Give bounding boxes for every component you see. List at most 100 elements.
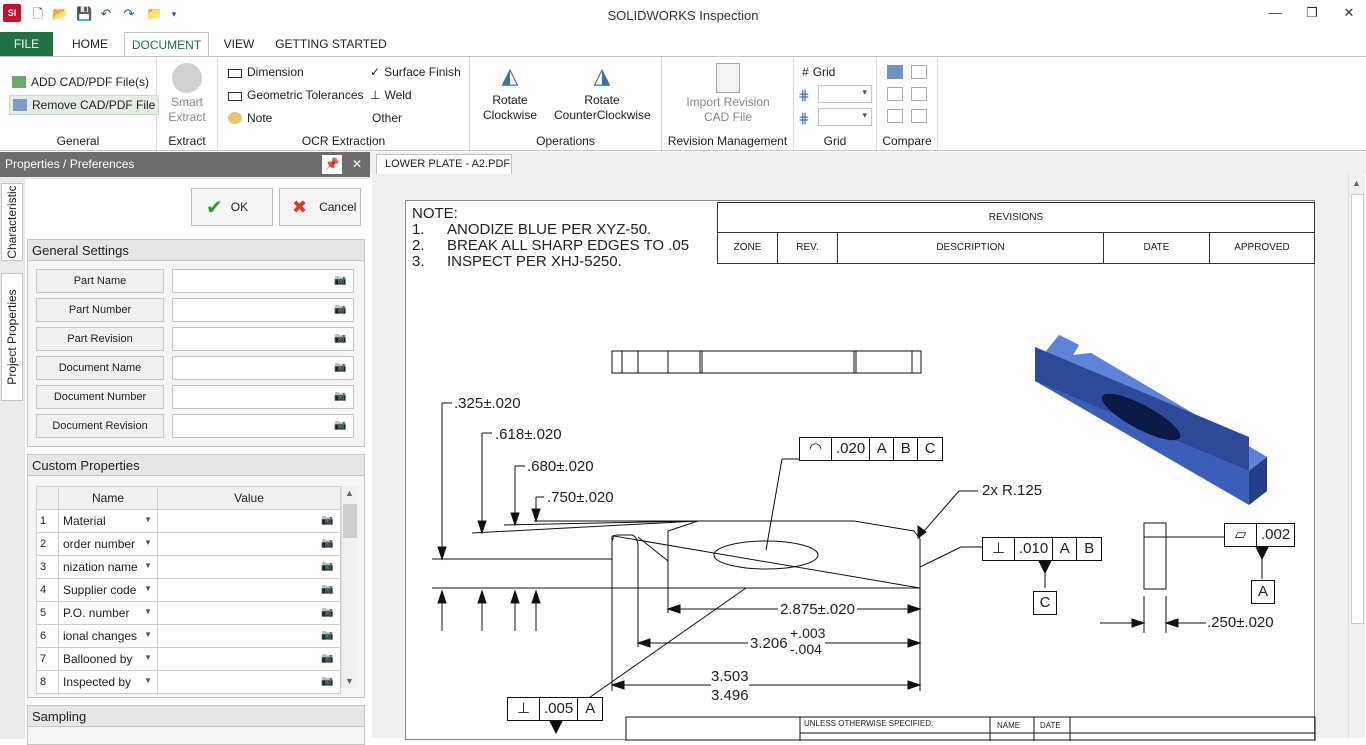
fcf-perpendicularity-2[interactable]: ⊥ .005 A <box>507 697 604 721</box>
part-name-input[interactable]: 📷 <box>172 269 354 293</box>
capture-icon[interactable]: 📷 <box>334 333 348 345</box>
tab-home[interactable]: HOME <box>62 32 118 56</box>
tab-getting-started[interactable]: GETTING STARTED <box>272 32 390 56</box>
compare-icon-4[interactable] <box>911 87 927 101</box>
compare-icon-1[interactable] <box>887 65 903 79</box>
value-cell[interactable]: 📷 <box>157 601 341 625</box>
compare-icon-5[interactable] <box>887 109 903 123</box>
datum-c-box[interactable]: C <box>1033 591 1057 615</box>
capture-icon[interactable]: 📷 <box>321 561 335 573</box>
drawing-sheet[interactable]: NOTE: 1. ANODIZE BLUE PER XYZ-50. 2. BRE… <box>405 200 1316 741</box>
dropdown-icon[interactable]: ▼ <box>144 653 152 662</box>
part-number-input[interactable]: 📷 <box>172 298 354 322</box>
capture-icon[interactable]: 📷 <box>321 584 335 596</box>
tab-project-properties[interactable]: Project Properties <box>1 273 23 401</box>
scroll-up-icon[interactable]: ▲ <box>1352 178 1361 188</box>
value-cell[interactable]: 📷 <box>157 555 341 579</box>
pin-icon[interactable]: 📌 <box>322 155 342 174</box>
add-cad-button[interactable]: ADD CAD/PDF File(s) <box>12 75 149 89</box>
restore-icon[interactable]: ❐ <box>1297 4 1327 22</box>
note-button[interactable]: Note <box>228 111 272 125</box>
dim-618[interactable]: .618±.020 <box>495 426 562 443</box>
dropdown-icon[interactable]: ▼ <box>144 515 152 524</box>
dim-750[interactable]: .750±.020 <box>547 489 614 506</box>
close-panel-icon[interactable]: ✕ <box>347 155 367 174</box>
dim-250[interactable]: .250±.020 <box>1207 614 1274 631</box>
capture-icon[interactable]: 📷 <box>334 304 348 316</box>
dropdown-icon[interactable]: ▼ <box>144 561 152 570</box>
rotate-counterclockwise-button[interactable]: ◮ Rotate CounterClockwise <box>554 63 651 123</box>
dim-3503-limits[interactable]: 3.503 3.496 <box>711 667 749 705</box>
name-cell[interactable]: order number ▼ <box>58 532 158 556</box>
tab-view[interactable]: VIEW <box>215 32 263 56</box>
dropdown-icon[interactable]: ▼ <box>144 630 152 639</box>
table-scrollbar[interactable]: ▲ ▼ <box>341 486 358 688</box>
geometric-tolerances-button[interactable]: Geometric Tolerances <box>228 88 364 102</box>
fcf-perpendicularity[interactable]: ⊥ .010 A B <box>982 537 1103 561</box>
dim-2875[interactable]: 2.875±.020 <box>778 601 857 618</box>
remove-cad-button[interactable]: Remove CAD/PDF File <box>9 95 160 115</box>
scroll-down-icon[interactable]: ▼ <box>345 676 354 686</box>
name-cell[interactable]: P.O. number ▼ <box>58 601 158 625</box>
grid-size-dropdown[interactable] <box>818 108 872 126</box>
scroll-up-icon[interactable]: ▲ <box>345 488 354 498</box>
document-number-input[interactable]: 📷 <box>172 385 354 409</box>
capture-icon[interactable]: 📷 <box>321 653 335 665</box>
value-cell[interactable]: 📷 <box>157 670 341 694</box>
scroll-thumb[interactable] <box>343 504 357 538</box>
compare-icon-2[interactable] <box>911 65 927 79</box>
dim-radius[interactable]: 2x R.125 <box>982 482 1042 499</box>
document-name-input[interactable]: 📷 <box>172 356 354 380</box>
dim-3206-tolerance[interactable]: +.003 -.004 <box>790 625 826 657</box>
name-cell[interactable]: Supplier code ▼ <box>58 578 158 602</box>
datum-a-box[interactable]: A <box>1251 580 1275 604</box>
capture-icon[interactable]: 📷 <box>321 630 335 642</box>
name-cell[interactable]: Ballooned by ▼ <box>58 647 158 671</box>
value-cell[interactable]: 📷 <box>157 532 341 556</box>
weld-button[interactable]: ⊥ Weld <box>370 88 412 102</box>
fcf-flatness[interactable]: ▱ .002 <box>1224 523 1296 547</box>
dropdown-icon[interactable]: ▼ <box>144 607 152 616</box>
dimension-button[interactable]: Dimension <box>228 65 304 79</box>
fcf-profile[interactable]: ◠ .020 A B C <box>799 437 944 461</box>
capture-icon[interactable]: 📷 <box>321 676 335 688</box>
capture-icon[interactable]: 📷 <box>321 538 335 550</box>
canvas-scrollbar[interactable]: ▲ <box>1348 174 1365 738</box>
ok-button[interactable]: ✔ OK <box>191 188 273 226</box>
capture-icon[interactable]: 📷 <box>334 391 348 403</box>
minimize-icon[interactable]: — <box>1260 4 1290 22</box>
import-revision-button[interactable]: Import Revision CAD File <box>670 63 786 125</box>
value-cell[interactable]: 📷 <box>157 647 341 671</box>
dim-3206[interactable]: 3.206 <box>748 635 790 652</box>
other-button[interactable]: Other <box>372 111 402 125</box>
name-cell[interactable]: nization name ▼ <box>58 555 158 579</box>
name-cell[interactable]: ional changes ▼ <box>58 624 158 648</box>
rotate-clockwise-button[interactable]: ◭ Rotate Clockwise <box>476 63 544 123</box>
capture-icon[interactable]: 📷 <box>334 275 348 287</box>
tab-file[interactable]: FILE <box>0 32 53 56</box>
grid-button[interactable]: # Grid <box>802 65 835 79</box>
value-cell[interactable]: 📷 <box>157 578 341 602</box>
value-cell[interactable]: 📷 <box>157 509 341 533</box>
name-cell[interactable]: Material ▼ <box>58 509 158 533</box>
dropdown-icon[interactable]: ▼ <box>144 676 152 685</box>
part-revision-input[interactable]: 📷 <box>172 327 354 351</box>
document-revision-input[interactable]: 📷 <box>172 414 354 438</box>
document-tab[interactable]: LOWER PLATE - A2.PDF <box>376 154 512 174</box>
dim-680[interactable]: .680±.020 <box>527 458 594 475</box>
capture-icon[interactable]: 📷 <box>321 515 335 527</box>
compare-icon-3[interactable] <box>887 87 903 101</box>
close-icon[interactable]: ✕ <box>1334 4 1364 22</box>
tab-characteristic[interactable]: Characteristic <box>1 183 23 261</box>
smart-extract-button[interactable]: Smart Extract <box>162 63 212 125</box>
capture-icon[interactable]: 📷 <box>321 607 335 619</box>
dropdown-icon[interactable]: ▼ <box>144 538 152 547</box>
value-cell[interactable]: 📷 <box>157 624 341 648</box>
dropdown-icon[interactable]: ▼ <box>144 584 152 593</box>
cancel-button[interactable]: ✖ Cancel <box>279 188 361 226</box>
scroll-thumb[interactable] <box>1351 194 1364 624</box>
capture-icon[interactable]: 📷 <box>334 362 348 374</box>
surface-finish-button[interactable]: ✓ Surface Finish <box>370 65 461 79</box>
tab-document[interactable]: DOCUMENT <box>124 32 209 57</box>
grid-spacing-dropdown[interactable] <box>818 85 872 103</box>
